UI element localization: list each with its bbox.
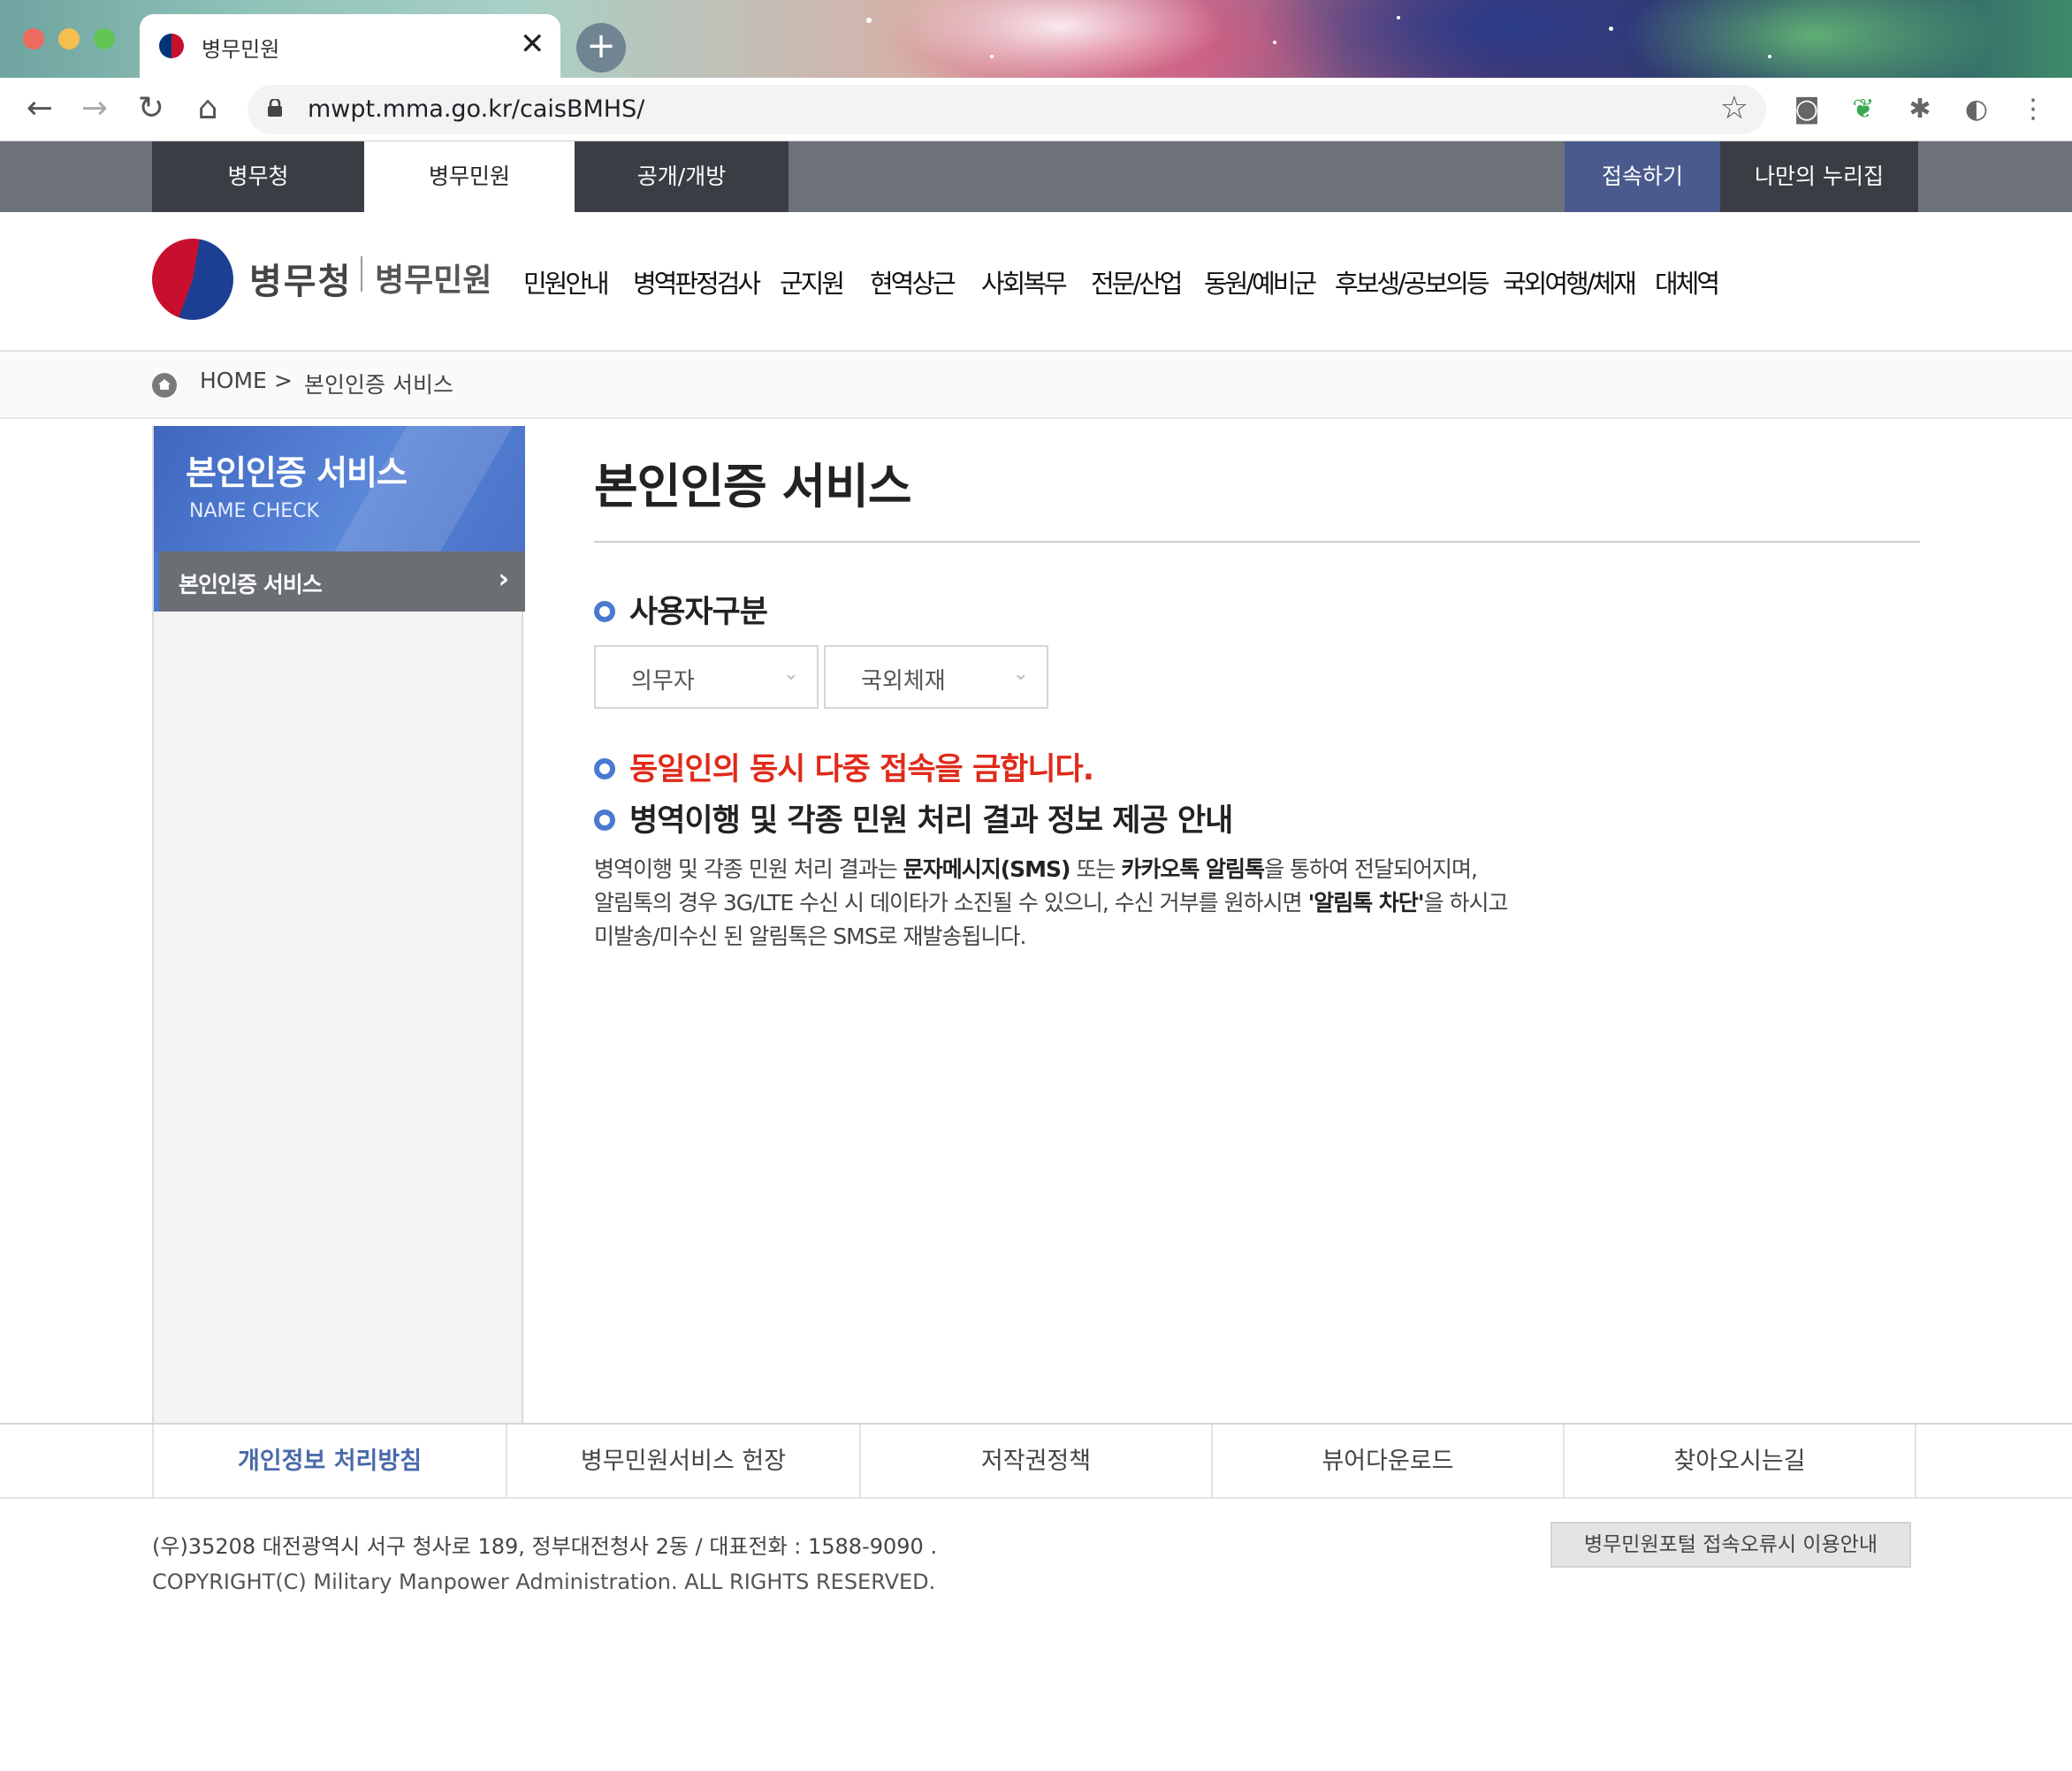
lock-icon [268, 99, 282, 117]
tab-title: 병무민원 [202, 37, 280, 62]
logo-text-sub[interactable]: 병무민원 [375, 255, 491, 300]
sidebar-item-name-check[interactable]: 본인인증 서비스 › [154, 551, 525, 612]
footer-link-privacy[interactable]: 개인정보 처리방침 [152, 1425, 506, 1499]
profile-avatar-icon[interactable]: ◐ [1957, 90, 1996, 129]
url-text[interactable]: mwpt.mma.go.kr/caisBMHS/ [308, 95, 644, 123]
site-topbar: 병무청 병무민원 공개/개방 접속하기 나만의 누리집 [0, 141, 2072, 212]
residence-type-select[interactable]: 국외체재 ⌄ [824, 645, 1048, 709]
evernote-icon[interactable]: ❦ [1844, 90, 1883, 129]
extensions-puzzle-icon[interactable]: ✱ [1901, 90, 1939, 129]
breadcrumb-current: 본인인증 서비스 [304, 372, 453, 398]
browser-tab-active[interactable]: 병무민원 ✕ [140, 14, 560, 78]
notice-paragraph-line2: 알림톡의 경우 3G/LTE 수신 시 데이타가 소진될 수 있으니, 수신 거… [594, 890, 1509, 916]
reload-icon[interactable]: ↻ [129, 87, 173, 131]
chevron-down-icon: ⌄ [1012, 663, 1029, 685]
footer-link-directions[interactable]: 찾아오시는길 [1563, 1425, 1916, 1499]
footer-address: (우)35208 대전광역시 서구 청사로 189, 정부대전청사 2동 / 대… [152, 1534, 938, 1559]
user-type-select-value: 의무자 [631, 668, 695, 695]
mma-favicon-icon [159, 34, 184, 58]
decor-star [1397, 16, 1400, 19]
breadcrumb: HOME > 본인인증 서비스 [0, 352, 2072, 419]
my-nurijip-button[interactable]: 나만의 누리집 [1720, 141, 1918, 212]
gnb-item[interactable]: 전문/산업 [1091, 263, 1183, 300]
gnb-item[interactable]: 국외여행/체재 [1503, 263, 1637, 300]
address-bar[interactable]: mwpt.mma.go.kr/caisBMHS/ ☆ [248, 85, 1766, 134]
logo-text-main[interactable]: 병무청 [249, 253, 352, 304]
multi-login-warning: 동일인의 동시 다중 접속을 금합니다. [629, 752, 1094, 787]
tab-close-icon[interactable]: ✕ [520, 27, 545, 62]
browser-menu-icon[interactable]: ⋮ [2014, 90, 2053, 129]
window-minimize-button[interactable] [58, 28, 80, 49]
user-type-heading: 사용자구분 [629, 595, 768, 630]
connection-error-guide-button[interactable]: 병무민원포털 접속오류시 이용안내 [1550, 1522, 1911, 1568]
decor-star [866, 18, 872, 23]
gnb-item[interactable]: 병역판정검사 [633, 263, 761, 300]
gnb-item[interactable]: 사회복무 [981, 263, 1068, 300]
window-close-button[interactable] [23, 28, 44, 49]
decor-star [1609, 27, 1613, 31]
gnb-item[interactable]: 군지원 [780, 263, 845, 300]
camera-icon[interactable]: ◙ [1787, 90, 1826, 129]
bullet-ring-icon [594, 758, 615, 779]
home-icon[interactable]: ⌂ [186, 87, 230, 131]
notice-paragraph-line1: 병역이행 및 각종 민원 처리 결과는 문자메시지(SMS) 또는 카카오톡 알… [594, 856, 1478, 882]
breadcrumb-home[interactable]: HOME [200, 368, 267, 393]
breadcrumb-separator: > [274, 368, 293, 393]
browser-tabstrip: 병무민원 ✕ + [0, 0, 2072, 78]
topnav-open[interactable]: 공개/개방 [575, 141, 788, 212]
login-button[interactable]: 접속하기 [1565, 141, 1720, 212]
sidebar-header: 본인인증 서비스 NAME CHECK [154, 426, 525, 551]
forward-arrow-icon[interactable]: → [72, 87, 117, 131]
notice-paragraph-line3: 미발송/미수신 된 알림톡은 SMS로 재발송됩니다. [594, 924, 1026, 949]
decor-star [990, 55, 994, 58]
footer-link-charter[interactable]: 병무민원서비스 헌장 [506, 1425, 859, 1499]
decor-star [1273, 41, 1276, 44]
back-arrow-icon[interactable]: ← [18, 87, 62, 131]
gnb-item[interactable]: 후보생/공보의등 [1335, 263, 1490, 300]
footer-link-copyright[interactable]: 저작권정책 [859, 1425, 1211, 1499]
site-header: 병무청 병무민원 민원안내 병역판정검사 군지원 현역상근 사회복무 전문/산업… [0, 212, 2072, 352]
taegeuk-logo-icon[interactable] [152, 239, 233, 320]
home-icon[interactable] [152, 373, 177, 398]
logo-divider [361, 256, 362, 292]
bookmark-star-icon[interactable]: ☆ [1720, 90, 1748, 126]
window-zoom-button[interactable] [94, 28, 115, 49]
residence-type-select-value: 국외체재 [861, 668, 946, 695]
gnb-item[interactable]: 민원안내 [523, 263, 610, 300]
chevron-down-icon: ⌄ [782, 663, 799, 685]
gnb-item[interactable]: 대체역 [1655, 263, 1720, 300]
left-sidebar: 본인인증 서비스 NAME CHECK 본인인증 서비스 › [152, 426, 525, 1423]
bullet-ring-icon [594, 601, 615, 622]
notice-heading: 병역이행 및 각종 민원 처리 결과 정보 제공 안내 [629, 803, 1233, 839]
sidebar-item-label: 본인인증 서비스 [179, 572, 323, 597]
gnb-item[interactable]: 동원/예비군 [1204, 263, 1317, 300]
footer-link-viewer[interactable]: 뷰어다운로드 [1211, 1425, 1563, 1499]
footer-copyright: COPYRIGHT(C) Military Manpower Administr… [152, 1570, 936, 1594]
browser-toolbar: ← → ↻ ⌂ mwpt.mma.go.kr/caisBMHS/ ☆ ◙ ❦ ✱… [0, 78, 2072, 141]
decor-star [1768, 55, 1771, 58]
topnav-minwon[interactable]: 병무민원 [364, 141, 575, 212]
gnb-item[interactable]: 현역상근 [870, 263, 956, 300]
bullet-ring-icon [594, 809, 615, 831]
chevron-right-icon: › [498, 564, 509, 595]
topnav-mma[interactable]: 병무청 [152, 141, 364, 212]
user-type-select[interactable]: 의무자 ⌄ [594, 645, 819, 709]
page-title: 본인인증 서비스 [594, 459, 912, 514]
new-tab-button[interactable]: + [576, 23, 626, 72]
footer-links: 개인정보 처리방침 병무민원서비스 헌장 저작권정책 뷰어다운로드 찾아오시는길 [0, 1423, 2072, 1499]
sidebar-title: 본인인증 서비스 [186, 453, 408, 492]
title-divider [594, 541, 1920, 543]
sidebar-subtitle: NAME CHECK [189, 500, 319, 522]
